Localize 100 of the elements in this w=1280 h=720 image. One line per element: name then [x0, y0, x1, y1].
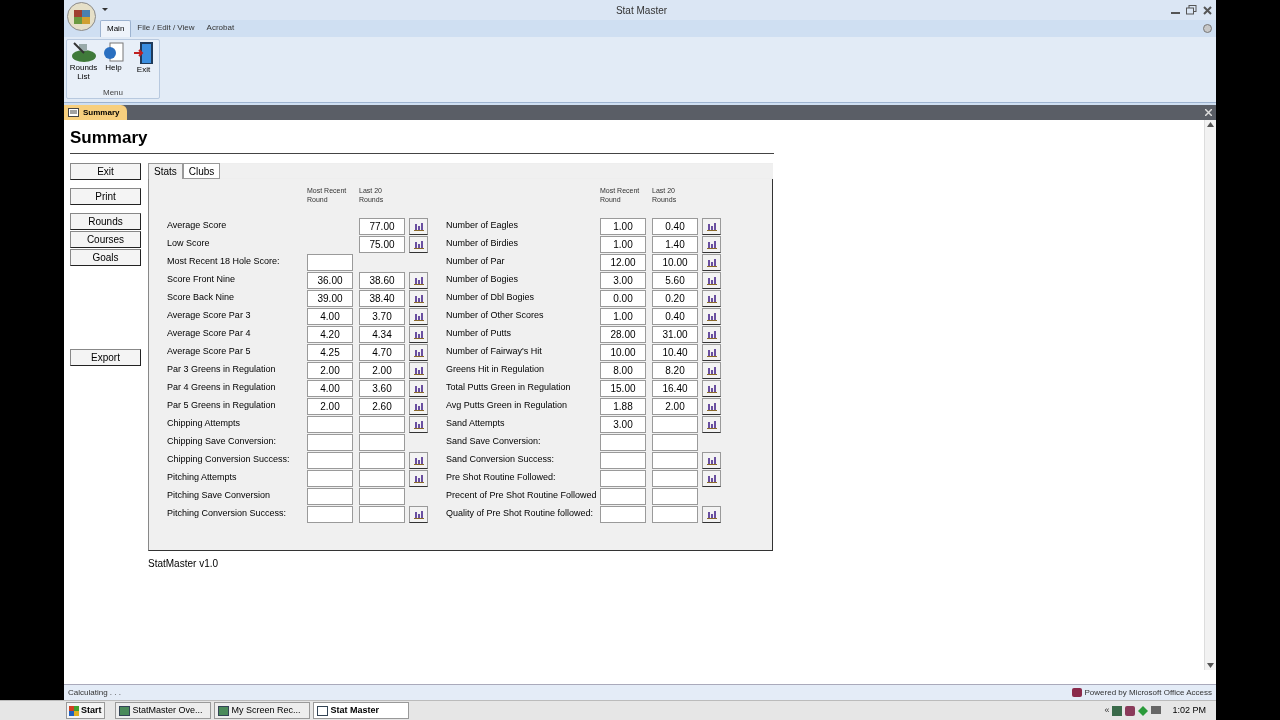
value-field[interactable]: [307, 415, 353, 433]
value-field[interactable]: [600, 505, 646, 523]
taskbar-item[interactable]: Stat Master: [312, 702, 409, 719]
tray-toggle[interactable]: «: [1104, 703, 1110, 718]
value-field[interactable]: [652, 487, 698, 505]
form-button[interactable]: Exit: [70, 163, 141, 180]
taskbar-item[interactable]: My Screen Rec...: [213, 702, 310, 719]
chart-button[interactable]: [409, 325, 428, 343]
chart-button[interactable]: [409, 505, 428, 523]
form-button[interactable]: Export: [70, 349, 141, 366]
tray-icon[interactable]: [1125, 705, 1136, 716]
chart-button[interactable]: [702, 235, 721, 253]
value-field[interactable]: 1.00: [600, 217, 646, 235]
ribbon-tab[interactable]: File / Edit / View: [131, 20, 201, 37]
form-tab[interactable]: Stats: [148, 163, 183, 179]
chart-button[interactable]: [702, 343, 721, 361]
chart-button[interactable]: [409, 469, 428, 487]
value-field[interactable]: [359, 487, 405, 505]
value-field[interactable]: 28.00: [600, 325, 646, 343]
value-field[interactable]: 0.20: [652, 289, 698, 307]
value-field[interactable]: 8.20: [652, 361, 698, 379]
value-field[interactable]: [307, 433, 353, 451]
value-field[interactable]: 0.40: [652, 217, 698, 235]
chart-button[interactable]: [409, 397, 428, 415]
value-field[interactable]: [359, 433, 405, 451]
value-field[interactable]: 3.60: [359, 379, 405, 397]
value-field[interactable]: [652, 415, 698, 433]
chart-button[interactable]: [702, 451, 721, 469]
value-field[interactable]: [600, 451, 646, 469]
form-button[interactable]: Goals: [70, 249, 141, 266]
value-field[interactable]: 16.40: [652, 379, 698, 397]
form-button[interactable]: Print: [70, 188, 141, 205]
value-field[interactable]: 0.00: [600, 289, 646, 307]
value-field[interactable]: [652, 451, 698, 469]
value-field[interactable]: 1.40: [652, 235, 698, 253]
chart-button[interactable]: [409, 343, 428, 361]
value-field[interactable]: [652, 505, 698, 523]
value-field[interactable]: 38.60: [359, 271, 405, 289]
value-field[interactable]: [359, 505, 405, 523]
chart-button[interactable]: [409, 235, 428, 253]
value-field[interactable]: [652, 469, 698, 487]
value-field[interactable]: 2.00: [359, 361, 405, 379]
form-tab[interactable]: Clubs: [182, 163, 221, 179]
tray-icon[interactable]: [1112, 705, 1123, 716]
chart-button[interactable]: [409, 271, 428, 289]
scrollbar[interactable]: [1204, 120, 1216, 670]
value-field[interactable]: [359, 469, 405, 487]
chart-button[interactable]: [409, 217, 428, 235]
value-field[interactable]: [307, 487, 353, 505]
dropdown-icon[interactable]: [102, 6, 108, 12]
chart-button[interactable]: [702, 307, 721, 325]
value-field[interactable]: [600, 487, 646, 505]
value-field[interactable]: [307, 253, 353, 271]
chart-button[interactable]: [702, 325, 721, 343]
value-field[interactable]: 36.00: [307, 271, 353, 289]
value-field[interactable]: 15.00: [600, 379, 646, 397]
ribbon-button[interactable]: Help: [99, 40, 128, 87]
restore-icon[interactable]: [1186, 5, 1197, 15]
chart-button[interactable]: [409, 451, 428, 469]
value-field[interactable]: 1.88: [600, 397, 646, 415]
value-field[interactable]: 75.00: [359, 235, 405, 253]
chart-button[interactable]: [702, 469, 721, 487]
form-button[interactable]: Courses: [70, 231, 141, 248]
ribbon-tab[interactable]: Acrobat: [200, 20, 241, 37]
value-field[interactable]: [359, 451, 405, 469]
value-field[interactable]: 1.00: [600, 307, 646, 325]
value-field[interactable]: [307, 469, 353, 487]
close-icon[interactable]: [1203, 5, 1212, 15]
tray-icon[interactable]: [1138, 705, 1149, 716]
taskbar-item[interactable]: StatMaster Ove...: [114, 702, 211, 719]
value-field[interactable]: 4.20: [307, 325, 353, 343]
value-field[interactable]: 31.00: [652, 325, 698, 343]
network-icon[interactable]: [1151, 705, 1162, 716]
value-field[interactable]: [307, 505, 353, 523]
value-field[interactable]: 4.00: [307, 379, 353, 397]
chart-button[interactable]: [702, 289, 721, 307]
value-field[interactable]: 4.34: [359, 325, 405, 343]
scroll-down-icon[interactable]: [1207, 663, 1214, 668]
document-tab[interactable]: Summary: [64, 105, 128, 120]
chart-button[interactable]: [409, 361, 428, 379]
value-field[interactable]: [600, 433, 646, 451]
form-button[interactable]: Rounds: [70, 213, 141, 230]
value-field[interactable]: [600, 469, 646, 487]
value-field[interactable]: 1.00: [600, 235, 646, 253]
chart-button[interactable]: [409, 289, 428, 307]
chart-button[interactable]: [702, 397, 721, 415]
ribbon-tab[interactable]: Main: [100, 20, 132, 37]
value-field[interactable]: 2.00: [652, 397, 698, 415]
scroll-up-icon[interactable]: [1207, 122, 1214, 127]
value-field[interactable]: 4.70: [359, 343, 405, 361]
value-field[interactable]: [307, 451, 353, 469]
value-field[interactable]: 4.00: [307, 307, 353, 325]
value-field[interactable]: 3.00: [600, 271, 646, 289]
ribbon-button[interactable]: Rounds List: [69, 40, 98, 87]
chart-button[interactable]: [702, 271, 721, 289]
value-field[interactable]: 10.00: [600, 343, 646, 361]
chart-button[interactable]: [702, 505, 721, 523]
chart-button[interactable]: [409, 379, 428, 397]
chart-button[interactable]: [409, 415, 428, 433]
value-field[interactable]: 2.00: [307, 361, 353, 379]
